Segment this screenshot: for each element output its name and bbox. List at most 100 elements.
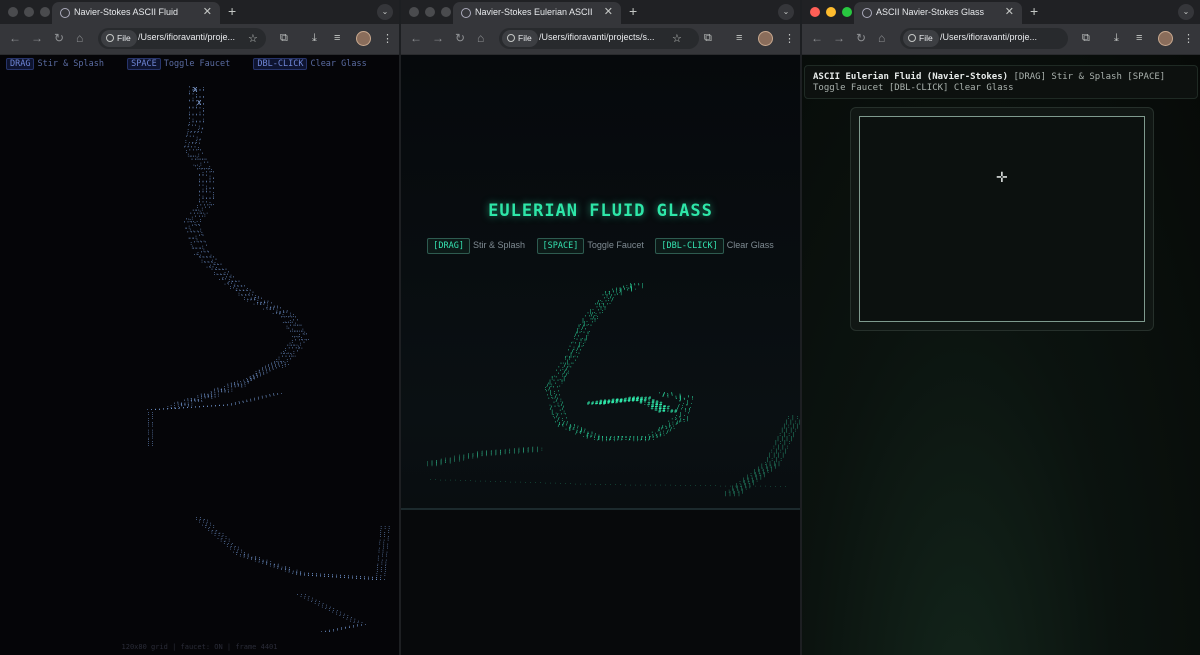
file-chip[interactable]: File <box>502 30 538 47</box>
reload-icon[interactable]: ↻ <box>54 31 64 45</box>
plus-icon[interactable]: + <box>228 3 236 19</box>
svg-text:': ' <box>637 284 640 290</box>
plus-icon[interactable]: + <box>629 3 637 19</box>
glass-panel: ✛ <box>850 107 1154 331</box>
svg-text:#: # <box>674 409 677 415</box>
download-icon[interactable]: ⤓ <box>1114 32 1119 45</box>
arrow-right-icon[interactable]: → <box>432 31 444 45</box>
arrow-left-icon[interactable]: ← <box>9 31 21 45</box>
puzzle-icon[interactable]: ⧉ <box>280 32 288 45</box>
home-icon[interactable]: ⌂ <box>76 31 83 45</box>
svg-text::: : <box>471 452 474 458</box>
reload-icon[interactable]: ↻ <box>455 31 465 45</box>
puzzle-icon[interactable]: ⧉ <box>1082 32 1090 45</box>
svg-text::: : <box>388 525 391 531</box>
address-bar[interactable]: File /Users/ifioravanti/projects/s... <box>499 28 699 49</box>
ascii-fluid-canvas[interactable]: ':..:: ' ' ' '' ':...: ' ' '' ' ':...: ' '' ' ' '::..: '… <box>0 55 399 655</box>
tab-strip: Navier-Stokes Eulerian ASCII ✕ + ⌄ <box>401 0 800 24</box>
url-text[interactable]: /Users/ifioravanti/proje... <box>940 32 1037 42</box>
puzzle-icon[interactable]: ⧉ <box>704 32 712 45</box>
url-text[interactable]: /Users/ifioravanti/proje... <box>138 32 235 42</box>
file-chip[interactable]: File <box>101 30 137 47</box>
download-icon[interactable]: ⤓ <box>312 32 317 45</box>
tab-active[interactable]: ASCII Navier-Stokes Glass ✕ <box>854 2 1022 24</box>
address-bar[interactable]: File /Users/ifioravanti/proje... <box>98 28 266 49</box>
svg-text:.: . <box>276 390 279 396</box>
svg-text::: : <box>728 488 731 494</box>
arrow-left-icon[interactable]: ← <box>410 31 422 45</box>
kebab-menu-icon[interactable]: ⋮ <box>784 32 795 45</box>
svg-text:=: = <box>607 399 610 405</box>
svg-text::: : <box>359 575 362 581</box>
media-control-icon[interactable]: ≡ <box>736 32 742 44</box>
svg-text:': ' <box>250 379 253 385</box>
svg-text:.: . <box>230 400 233 406</box>
window-controls[interactable] <box>810 7 852 17</box>
avatar[interactable] <box>356 31 371 46</box>
arrow-right-icon[interactable]: → <box>833 31 845 45</box>
page-content[interactable]: ASCII Eulerian Fluid (Navier-Stokes) [DR… <box>802 55 1200 655</box>
svg-text:': ' <box>593 436 596 442</box>
tab-active[interactable]: Navier-Stokes Eulerian ASCII ✕ <box>453 2 621 24</box>
ascii-fluid-canvas[interactable]: ✛ <box>859 116 1145 322</box>
svg-text:|: | <box>760 464 763 470</box>
chevron-down-icon[interactable]: ⌄ <box>778 4 794 20</box>
kebab-menu-icon[interactable]: ⋮ <box>1183 32 1194 45</box>
svg-text:-: - <box>666 409 669 415</box>
media-control-icon[interactable]: ≡ <box>334 32 340 44</box>
kebab-menu-icon[interactable]: ⋮ <box>382 32 393 45</box>
page-content[interactable]: EULERIAN FLUID GLASS [DRAG] Stir & Splash… <box>401 55 800 655</box>
svg-text:.: . <box>182 404 185 410</box>
svg-text:.: . <box>649 482 652 488</box>
reload-icon[interactable]: ↻ <box>856 31 866 45</box>
arrow-right-icon[interactable]: → <box>31 31 43 45</box>
svg-text::: : <box>613 436 616 442</box>
close-icon[interactable]: ✕ <box>203 5 212 18</box>
window-controls[interactable] <box>8 7 50 17</box>
home-icon[interactable]: ⌂ <box>878 31 885 45</box>
url-text[interactable]: /Users/ifioravanti/projects/s... <box>539 32 655 42</box>
avatar[interactable] <box>758 31 773 46</box>
svg-text:.: . <box>239 552 242 558</box>
star-icon[interactable]: ☆ <box>248 32 258 45</box>
svg-text::: : <box>666 392 669 398</box>
tab-active[interactable]: Navier-Stokes ASCII Fluid ✕ <box>52 2 220 24</box>
arrow-left-icon[interactable]: ← <box>811 31 823 45</box>
svg-text:.: . <box>166 405 169 411</box>
address-bar[interactable]: File /Users/ifioravanti/proje... <box>900 28 1068 49</box>
globe-icon <box>60 8 70 18</box>
info-hud: ASCII Eulerian Fluid (Navier-Stokes) [DR… <box>804 65 1198 99</box>
svg-text:|: | <box>679 394 682 400</box>
window-controls[interactable] <box>409 7 451 17</box>
close-icon[interactable]: ✕ <box>604 5 613 18</box>
chevron-down-icon[interactable]: ⌄ <box>1178 4 1194 20</box>
svg-text:': ' <box>265 372 268 378</box>
home-icon[interactable]: ⌂ <box>477 31 484 45</box>
page-content[interactable]: DRAG Stir & Splash SPACE Toggle Faucet DBL… <box>0 55 399 655</box>
chevron-down-icon[interactable]: ⌄ <box>377 4 393 20</box>
star-icon[interactable]: ☆ <box>672 32 682 45</box>
close-icon[interactable]: ✕ <box>1005 5 1014 18</box>
file-chip[interactable]: File <box>903 30 939 47</box>
svg-text:.: . <box>579 480 582 486</box>
svg-text:': ' <box>247 381 250 387</box>
plus-icon[interactable]: + <box>1030 3 1038 19</box>
svg-text:|: | <box>458 455 461 461</box>
avatar[interactable] <box>1158 31 1173 46</box>
svg-text:.: . <box>499 478 502 484</box>
svg-text::: : <box>339 574 342 580</box>
svg-text:|: | <box>444 457 447 463</box>
svg-text:.: . <box>639 481 642 487</box>
svg-text:|: | <box>636 436 639 442</box>
svg-text:.: . <box>729 482 732 488</box>
svg-text:|: | <box>757 466 760 472</box>
svg-text:.: . <box>514 479 517 485</box>
svg-text:': ' <box>224 390 227 396</box>
svg-text:': ' <box>620 436 623 442</box>
ascii-fluid-canvas[interactable]: ! ' ' |: / ' ''. |.: '. |!! ' '': / ': '. |!! ' .'! / '. ': /… <box>401 55 800 510</box>
svg-text:.: . <box>504 478 507 484</box>
svg-text:.: . <box>344 625 347 631</box>
media-control-icon[interactable]: ≡ <box>1136 32 1142 44</box>
svg-text:.: . <box>759 483 762 489</box>
hud-title: ASCII Eulerian Fluid (Navier-Stokes) <box>813 72 1009 82</box>
